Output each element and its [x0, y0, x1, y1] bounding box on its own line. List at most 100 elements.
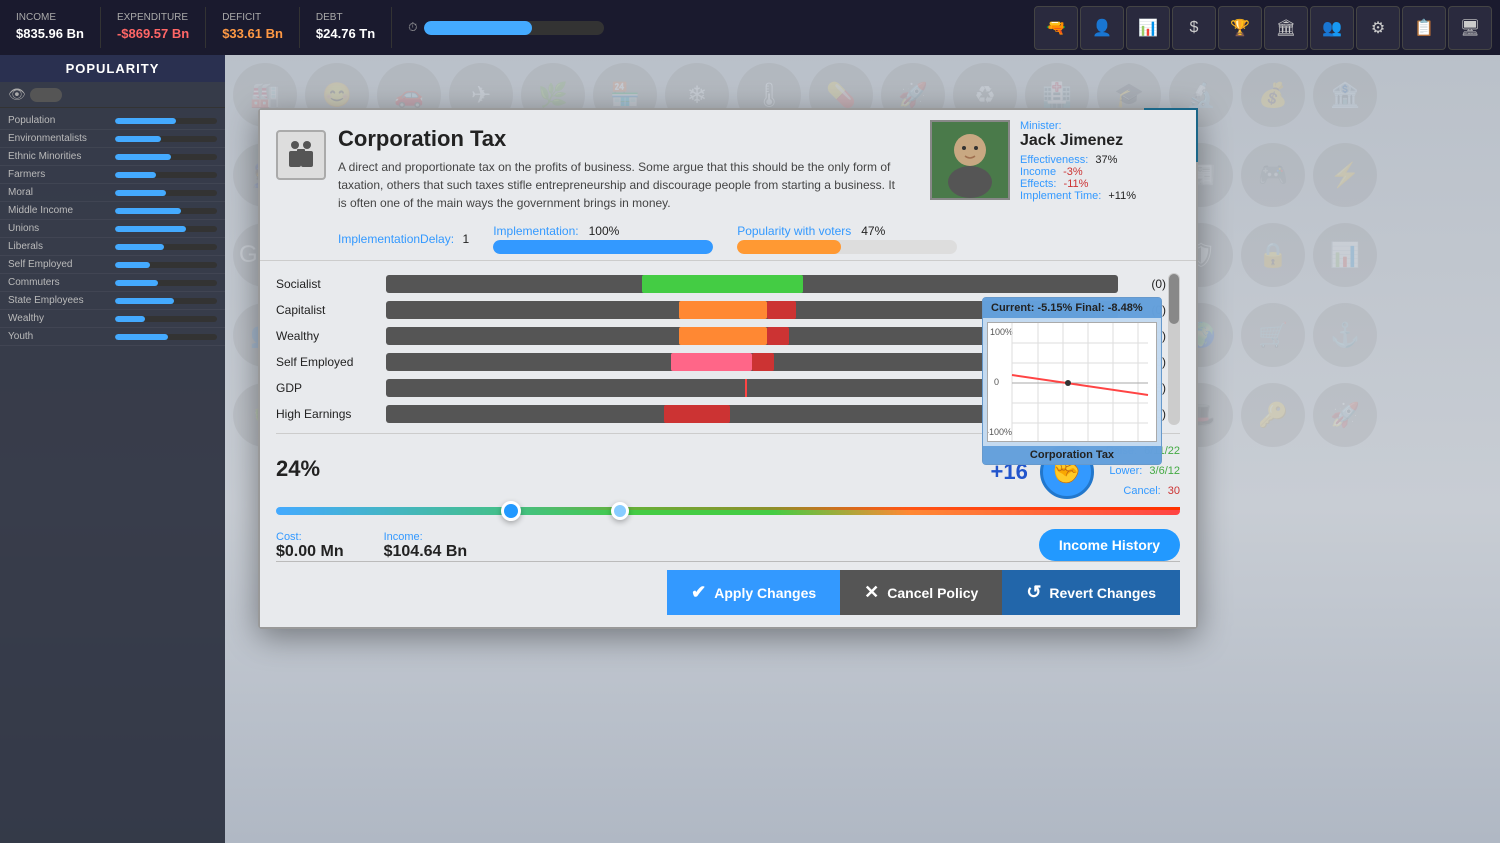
voter-bar-fill	[679, 301, 767, 319]
nav-screen-icon[interactable]: 🖥	[1448, 6, 1492, 50]
sidebar-item-liberals: Liberals	[0, 238, 225, 256]
deficit-value: $33.61 Bn	[222, 25, 283, 43]
sidebar-item-commuters: Commuters	[0, 274, 225, 292]
voter-scroll-thumb	[1169, 274, 1179, 324]
sidebar-header: POPULARITY	[0, 55, 225, 82]
voter-label: GDP	[276, 381, 386, 395]
sidebar-bar-fill	[115, 316, 146, 322]
sidebar-bar	[115, 136, 218, 142]
sidebar-bar	[115, 208, 218, 214]
voter-label: Wealthy	[276, 329, 386, 343]
implement-time-value: +11%	[1108, 190, 1136, 202]
sidebar-bar	[115, 280, 218, 286]
minister-income-label: Income	[1020, 166, 1056, 178]
revert-changes-button[interactable]: ↺ Revert Changes	[1002, 570, 1180, 615]
voter-bar-fill	[664, 405, 730, 423]
sidebar-item-wealthy: Wealthy	[0, 310, 225, 328]
cancel-value: 30	[1168, 485, 1180, 497]
minister-avatar	[930, 120, 1010, 200]
minister-panel: Minister: Jack Jimenez Effectiveness: 37…	[930, 120, 1136, 202]
minister-income-value: -3%	[1063, 166, 1083, 178]
voter-bar	[386, 275, 1118, 293]
stats-panel: INCOME $835.96 Bn EXPENDITURE -$869.57 B…	[0, 7, 392, 47]
sidebar-bar-fill	[115, 298, 174, 304]
voter-bar-indicator	[767, 327, 789, 345]
impl-delay-value: 1	[463, 232, 470, 246]
clock-icon: ⏱	[408, 20, 417, 35]
sidebar-bar-fill	[115, 262, 151, 268]
sidebar-bar-fill	[115, 244, 164, 250]
left-sidebar: POPULARITY 👁 Population Environmentalist…	[0, 55, 225, 843]
nav-trophy-icon[interactable]: 🏆	[1218, 6, 1262, 50]
lower-date: 3/6/12	[1149, 465, 1180, 477]
sidebar-bar	[115, 298, 218, 304]
income-block: Income: $104.64 Bn	[384, 531, 468, 561]
policy-icon	[276, 130, 326, 180]
voter-row-socialist: Socialist (0)	[276, 273, 1166, 295]
chart-tooltip: Current: -5.15% Final: -8.48% 100% 0 -10…	[982, 297, 1162, 465]
cancel-policy-button[interactable]: ✕ Cancel Policy	[840, 570, 1002, 615]
nav-clipboard-icon[interactable]: 📋	[1402, 6, 1446, 50]
top-bar: INCOME $835.96 Bn EXPENDITURE -$869.57 B…	[0, 0, 1500, 55]
checkmark-icon: ✔	[691, 582, 706, 603]
voter-scrollbar[interactable]	[1168, 273, 1180, 425]
sidebar-toggle[interactable]	[30, 88, 62, 102]
sidebar-bar-fill	[115, 172, 156, 178]
modal-header: Corporation Tax A direct and proportiona…	[260, 110, 1196, 261]
voter-bar-indicator	[767, 301, 796, 319]
sidebar-bar	[115, 118, 218, 124]
minister-name: Jack Jimenez	[1020, 132, 1136, 150]
top-nav-icons: 🔫 👤 📊 $ 🏆 🏛 👥 ⚙ 📋 🖥	[1034, 6, 1500, 50]
voter-bar-fill	[679, 327, 767, 345]
sidebar-bar	[115, 172, 218, 178]
policy-slider[interactable]	[276, 501, 1180, 521]
sidebar-bar	[115, 190, 218, 196]
nav-person-icon[interactable]: 👤	[1080, 6, 1124, 50]
sidebar-label: Liberals	[8, 241, 111, 252]
nav-gun-icon[interactable]: 🔫	[1034, 6, 1078, 50]
effects-label: Effects:	[1020, 178, 1056, 190]
nav-group-icon[interactable]: 👥	[1310, 6, 1354, 50]
slider-thumb-main[interactable]	[501, 501, 521, 521]
voter-section: Socialist (0) Capitalist (0) Wealthy	[276, 273, 1180, 425]
sidebar-item-population: Population	[0, 112, 225, 130]
income-label: INCOME	[16, 11, 84, 25]
slider-thumb-secondary[interactable]	[611, 502, 629, 520]
sidebar-label: State Employees	[8, 295, 111, 306]
tooltip-grid-svg	[988, 323, 1156, 441]
nav-chart-icon[interactable]: 📊	[1126, 6, 1170, 50]
minister-effectiveness: Effectiveness: 37%	[1020, 154, 1136, 166]
income-stat: INCOME $835.96 Bn	[0, 7, 101, 47]
revert-icon: ↺	[1026, 582, 1041, 603]
voter-count: (0)	[1126, 277, 1166, 291]
sidebar-bar-fill	[115, 154, 171, 160]
nav-building-icon[interactable]: 🏛	[1264, 6, 1308, 50]
voter-bar-indicator	[752, 353, 774, 371]
debt-stat: DEBT $24.76 Tn	[300, 7, 392, 47]
sidebar-label: Unions	[8, 223, 111, 234]
cost-block: Cost: $0.00 Mn	[276, 531, 344, 561]
timer-bar	[424, 21, 604, 35]
cost-value: $0.00 Mn	[276, 543, 344, 561]
lower-label: Lower:	[1109, 465, 1142, 477]
sidebar-bar-fill	[115, 118, 177, 124]
cancel-label: Cancel Policy	[887, 585, 978, 601]
eye-icon: 👁	[8, 86, 26, 103]
sidebar-bar-fill	[115, 334, 168, 340]
income-history-button[interactable]: Income History	[1039, 529, 1180, 561]
sidebar-label: Commuters	[8, 277, 111, 288]
nav-dollar-icon[interactable]: $	[1172, 6, 1216, 50]
deficit-label: DEFICIT	[222, 11, 283, 25]
impl-bar-container: Implementation: 100%	[493, 224, 713, 254]
slider-track	[276, 507, 1180, 515]
cost-label: Cost:	[276, 531, 344, 543]
sidebar-bar	[115, 262, 218, 268]
expenditure-label: EXPENDITURE	[117, 11, 189, 25]
voter-bar-fill	[671, 353, 752, 371]
impl-delay-block: ImplementationDelay: 1	[338, 230, 469, 248]
apply-changes-button[interactable]: ✔ Apply Changes	[667, 570, 840, 615]
nav-gear-icon[interactable]: ⚙	[1356, 6, 1400, 50]
sidebar-item-middle-income: Middle Income	[0, 202, 225, 220]
tooltip-header: Current: -5.15% Final: -8.48%	[983, 298, 1161, 318]
sidebar-label: Moral	[8, 187, 111, 198]
